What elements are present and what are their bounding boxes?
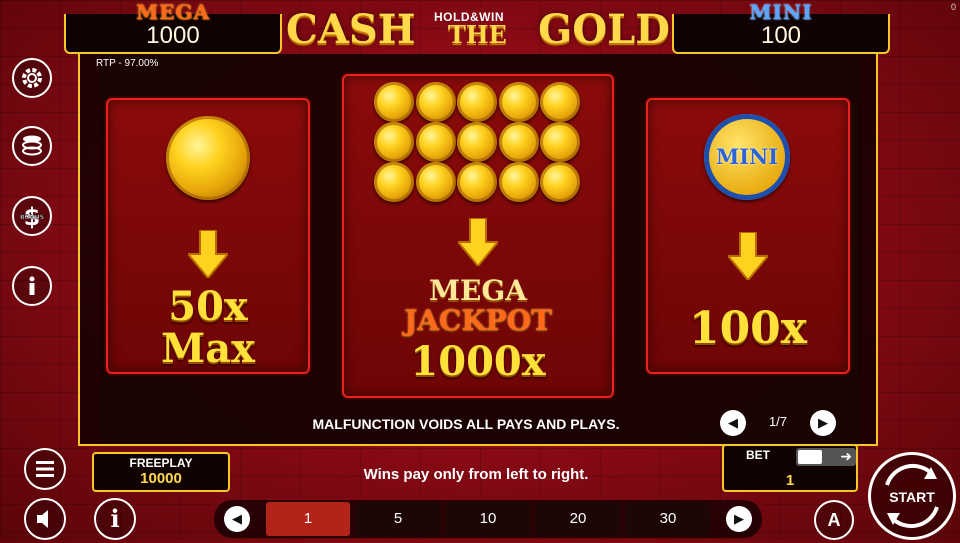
start-label: START (889, 489, 935, 505)
gold-coin-icon (415, 82, 456, 122)
gold-coin-icon (457, 162, 497, 202)
mega-jackpot-info-panel: MEGA JACKPOT 1000x (342, 74, 614, 398)
info-icon: i (110, 504, 120, 533)
mega-multiplier: 1000x (410, 338, 546, 385)
settings-button[interactable] (12, 58, 52, 98)
hamburger-icon (36, 461, 54, 477)
mini-coin-label: MINI (715, 144, 779, 169)
bonus-badge-text: BONUS (20, 214, 44, 221)
arrow-right-icon: ➜ (840, 448, 852, 464)
bet-next-button[interactable]: ▶ (726, 506, 752, 532)
gold-coin-icon (457, 122, 497, 162)
jackpot-word: JACKPOT (404, 304, 552, 337)
page-indicator: 1/7 (768, 414, 788, 429)
game-logo: CASH HOLD&WIN THE GOLD (286, 2, 670, 53)
wins-notice: Wins pay only from left to right. (363, 466, 589, 483)
coin-stack-icon (22, 135, 42, 156)
bet-toggle[interactable]: ➜ (796, 448, 856, 466)
rtp-label: RTP - 97.00% (96, 58, 159, 69)
bet-prev-button[interactable]: ◀ (224, 506, 250, 532)
bonus-dollar-icon: $ BONUS (20, 203, 44, 229)
gold-coin-icon (457, 82, 497, 122)
coin-stack-button[interactable] (12, 126, 52, 166)
bet-option-30[interactable]: 30 (626, 502, 710, 536)
bet-option-5[interactable]: 5 (356, 502, 440, 536)
speaker-icon (37, 510, 48, 528)
gold-coin-icon (498, 82, 539, 122)
freeplay-label: FREEPLAY (129, 456, 193, 470)
mini-coin-icon: MINI (704, 114, 790, 200)
bet-option-1[interactable]: 1 (266, 502, 350, 536)
malfunction-notice: MALFUNCTION VOIDS ALL PAYS AND PLAYS. (312, 416, 620, 432)
gold-coin-icon (540, 162, 580, 202)
sound-button[interactable] (24, 498, 66, 540)
gold-coin-icon (166, 116, 250, 200)
logo-the: THE (448, 20, 507, 49)
gold-coin-icon (498, 162, 539, 202)
bet-option-10[interactable]: 10 (446, 502, 530, 536)
gold-coin-icon (540, 82, 580, 122)
mini-jackpot-info-panel: MINI 100x (646, 98, 850, 374)
freeplay-box: FREEPLAY 10000 (92, 452, 230, 492)
bonus-buy-button[interactable]: $ BONUS (12, 196, 52, 236)
down-arrow-icon (458, 218, 498, 266)
info-button-bottom[interactable]: i (94, 498, 136, 540)
bet-option-20[interactable]: 20 (536, 502, 620, 536)
bet-label: BET (746, 448, 770, 462)
mega-jackpot-value: 1000 (146, 22, 200, 49)
info-button[interactable] (12, 266, 52, 306)
down-arrow-icon (728, 232, 768, 280)
start-button[interactable]: START (868, 452, 956, 540)
gold-coin-icon (374, 82, 414, 122)
bet-box: BET ➜ 1 (722, 444, 858, 492)
autoplay-button[interactable]: A (814, 500, 854, 540)
mega-jackpot-box: MEGA 1000 (64, 0, 282, 54)
logo-cash: CASH (286, 6, 416, 53)
bet-toggle-knob (798, 450, 822, 464)
autoplay-label: A (827, 510, 841, 530)
coin-max-label: Max (160, 325, 256, 372)
mini-jackpot-value: 100 (760, 22, 802, 49)
gold-coin-icon (540, 122, 580, 162)
gear-icon (22, 68, 42, 88)
corner-indicator: 0 (950, 2, 956, 12)
next-page-button[interactable]: ▶ (810, 410, 836, 436)
logo-gold: GOLD (538, 6, 670, 53)
menu-button[interactable] (24, 448, 66, 490)
bet-selector: ◀ 1 5 10 20 30 ▶ (214, 500, 762, 538)
freeplay-value: 10000 (140, 470, 182, 487)
paytable-pager: ◀ 1/7 ▶ (718, 408, 838, 438)
gold-coin-icon (415, 122, 456, 162)
gold-coin-icon (498, 122, 539, 162)
coin-multiplier-text: 50x Max (108, 286, 308, 370)
mini-jackpot-title: MINI (749, 0, 813, 24)
gold-coin-icon (374, 122, 414, 162)
info-icon (29, 276, 35, 295)
mini-jackpot-box: MINI 100 (672, 0, 890, 54)
down-arrow-icon (188, 230, 228, 278)
gold-coin-icon (374, 162, 414, 202)
mega-word: MEGA (429, 274, 527, 307)
coin-info-panel: 50x Max (106, 98, 310, 374)
gold-coin-icon (415, 162, 456, 202)
coin-multiplier: 50x (168, 283, 248, 330)
prev-page-button[interactable]: ◀ (720, 410, 746, 436)
mega-jackpot-title: MEGA (136, 0, 210, 24)
mini-multiplier: 100x (688, 303, 808, 354)
bet-value: 1 (785, 472, 795, 489)
